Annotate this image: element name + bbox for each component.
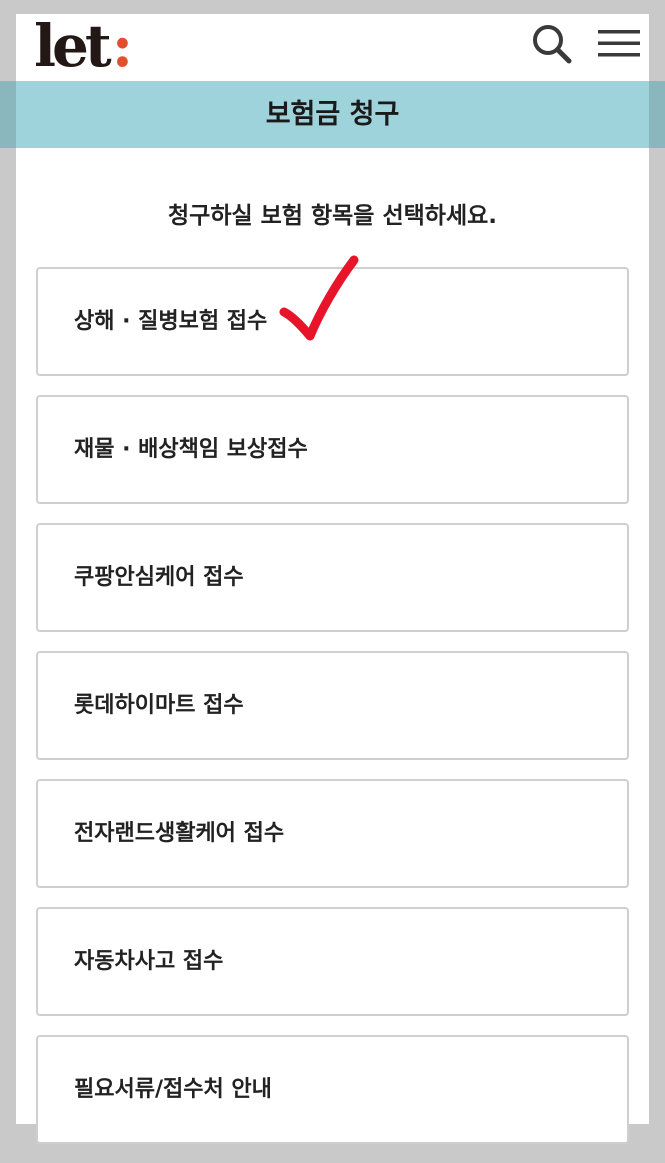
option-label: 롯데하이마트 접수: [74, 693, 244, 718]
hamburger-menu-icon: [598, 30, 640, 57]
menu-button[interactable]: [596, 20, 644, 68]
option-documents-guide[interactable]: 필요서류/접수처 안내: [36, 1035, 629, 1144]
logo-colon: :: [111, 14, 134, 80]
option-label: 전자랜드생활케어 접수: [74, 821, 285, 846]
instruction-text: 청구하실 보험 항목을 선택하세요.: [168, 203, 497, 229]
option-label: 쿠팡안심케어 접수: [74, 565, 244, 590]
claim-options-list: 상해 · 질병보험 접수 재물 · 배상책임 보상접수 쿠팡안심케어 접수 롯데…: [36, 267, 629, 1163]
title-banner: 보험금 청구: [0, 81, 665, 148]
option-property-liability[interactable]: 재물 · 배상책임 보상접수: [36, 395, 629, 504]
logo[interactable]: let:: [34, 14, 133, 86]
option-lotte-himart[interactable]: 롯데하이마트 접수: [36, 651, 629, 760]
option-electroland-care[interactable]: 전자랜드생활케어 접수: [36, 779, 629, 888]
search-icon: [533, 25, 572, 64]
option-label: 재물 · 배상책임 보상접수: [74, 437, 308, 462]
option-label: 상해 · 질병보험 접수: [74, 309, 268, 334]
option-label: 필요서류/접수처 안내: [74, 1077, 272, 1102]
top-bar: let:: [16, 14, 649, 81]
search-button[interactable]: [528, 20, 576, 68]
page-title: 보험금 청구: [265, 99, 400, 130]
option-coupang-care[interactable]: 쿠팡안심케어 접수: [36, 523, 629, 632]
red-checkmark-icon: [279, 255, 359, 341]
option-label: 자동차사고 접수: [74, 949, 224, 974]
logo-text: let: [34, 14, 112, 80]
option-car-accident[interactable]: 자동차사고 접수: [36, 907, 629, 1016]
